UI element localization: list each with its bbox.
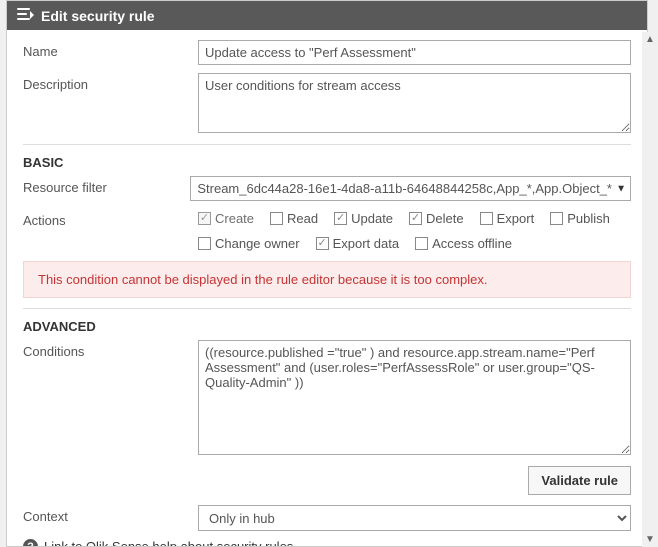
checkbox-icon bbox=[270, 212, 283, 225]
validate-rule-button[interactable]: Validate rule bbox=[528, 466, 631, 495]
action-delete-checkbox[interactable]: ✓ Delete bbox=[409, 211, 464, 226]
action-export-checkbox[interactable]: Export bbox=[480, 211, 535, 226]
action-create-checkbox: ✓ Create bbox=[198, 211, 254, 226]
action-label: Access offline bbox=[432, 236, 512, 251]
checkbox-icon: ✓ bbox=[198, 212, 211, 225]
dialog-titlebar: Edit security rule bbox=[7, 1, 647, 30]
help-link[interactable]: ? Link to Qlik Sense help about security… bbox=[23, 539, 631, 546]
complexity-warning: This condition cannot be displayed in th… bbox=[23, 261, 631, 298]
scroll-up-icon: ▲ bbox=[645, 34, 655, 45]
action-update-checkbox[interactable]: ✓ Update bbox=[334, 211, 393, 226]
action-publish-checkbox[interactable]: Publish bbox=[550, 211, 610, 226]
actions-group: ✓ Create Read ✓ Update ✓ Delete Export Publish Ch… bbox=[198, 209, 631, 251]
conditions-textarea[interactable] bbox=[198, 340, 631, 455]
actions-label: Actions bbox=[23, 209, 198, 228]
edit-security-rule-dialog: Edit security rule Name Description BASI… bbox=[6, 0, 648, 547]
basic-heading: BASIC bbox=[23, 155, 631, 170]
name-input[interactable] bbox=[198, 40, 631, 65]
dialog-title: Edit security rule bbox=[41, 8, 155, 24]
action-label: Delete bbox=[426, 211, 464, 226]
description-textarea[interactable] bbox=[198, 73, 631, 133]
help-icon: ? bbox=[23, 539, 38, 546]
context-label: Context bbox=[23, 505, 198, 524]
checkbox-icon bbox=[198, 237, 211, 250]
context-select[interactable]: Only in hub bbox=[198, 505, 631, 531]
scroll-down-icon: ▼ bbox=[645, 534, 655, 545]
action-export-data-checkbox[interactable]: ✓ Export data bbox=[316, 236, 400, 251]
checkbox-icon: ✓ bbox=[409, 212, 422, 225]
checkbox-icon bbox=[415, 237, 428, 250]
chevron-down-icon: ▼ bbox=[616, 183, 626, 194]
action-label: Export bbox=[497, 211, 535, 226]
divider bbox=[23, 144, 631, 145]
vertical-scrollbar[interactable]: ▲ ▼ bbox=[642, 32, 658, 547]
resource-filter-label: Resource filter bbox=[23, 176, 190, 195]
action-read-checkbox[interactable]: Read bbox=[270, 211, 318, 226]
divider bbox=[23, 308, 631, 309]
checkbox-icon bbox=[550, 212, 563, 225]
checkbox-icon: ✓ bbox=[334, 212, 347, 225]
name-label: Name bbox=[23, 40, 198, 59]
checkbox-icon: ✓ bbox=[316, 237, 329, 250]
resource-filter-dropdown[interactable]: Stream_6dc44a28-16e1-4da8-a11b-646488442… bbox=[190, 176, 631, 201]
action-change-owner-checkbox[interactable]: Change owner bbox=[198, 236, 300, 251]
action-label: Read bbox=[287, 211, 318, 226]
action-label: Update bbox=[351, 211, 393, 226]
action-label: Publish bbox=[567, 211, 610, 226]
dialog-body: Name Description BASIC Resource filter S… bbox=[7, 30, 647, 546]
action-label: Create bbox=[215, 211, 254, 226]
checkbox-icon bbox=[480, 212, 493, 225]
advanced-heading: ADVANCED bbox=[23, 319, 631, 334]
description-label: Description bbox=[23, 73, 198, 92]
action-label: Export data bbox=[333, 236, 400, 251]
action-access-offline-checkbox[interactable]: Access offline bbox=[415, 236, 512, 251]
edit-list-icon bbox=[17, 7, 35, 24]
action-label: Change owner bbox=[215, 236, 300, 251]
help-link-text: Link to Qlik Sense help about security r… bbox=[44, 539, 293, 546]
resource-filter-value: Stream_6dc44a28-16e1-4da8-a11b-646488442… bbox=[191, 177, 630, 200]
conditions-label: Conditions bbox=[23, 340, 198, 359]
